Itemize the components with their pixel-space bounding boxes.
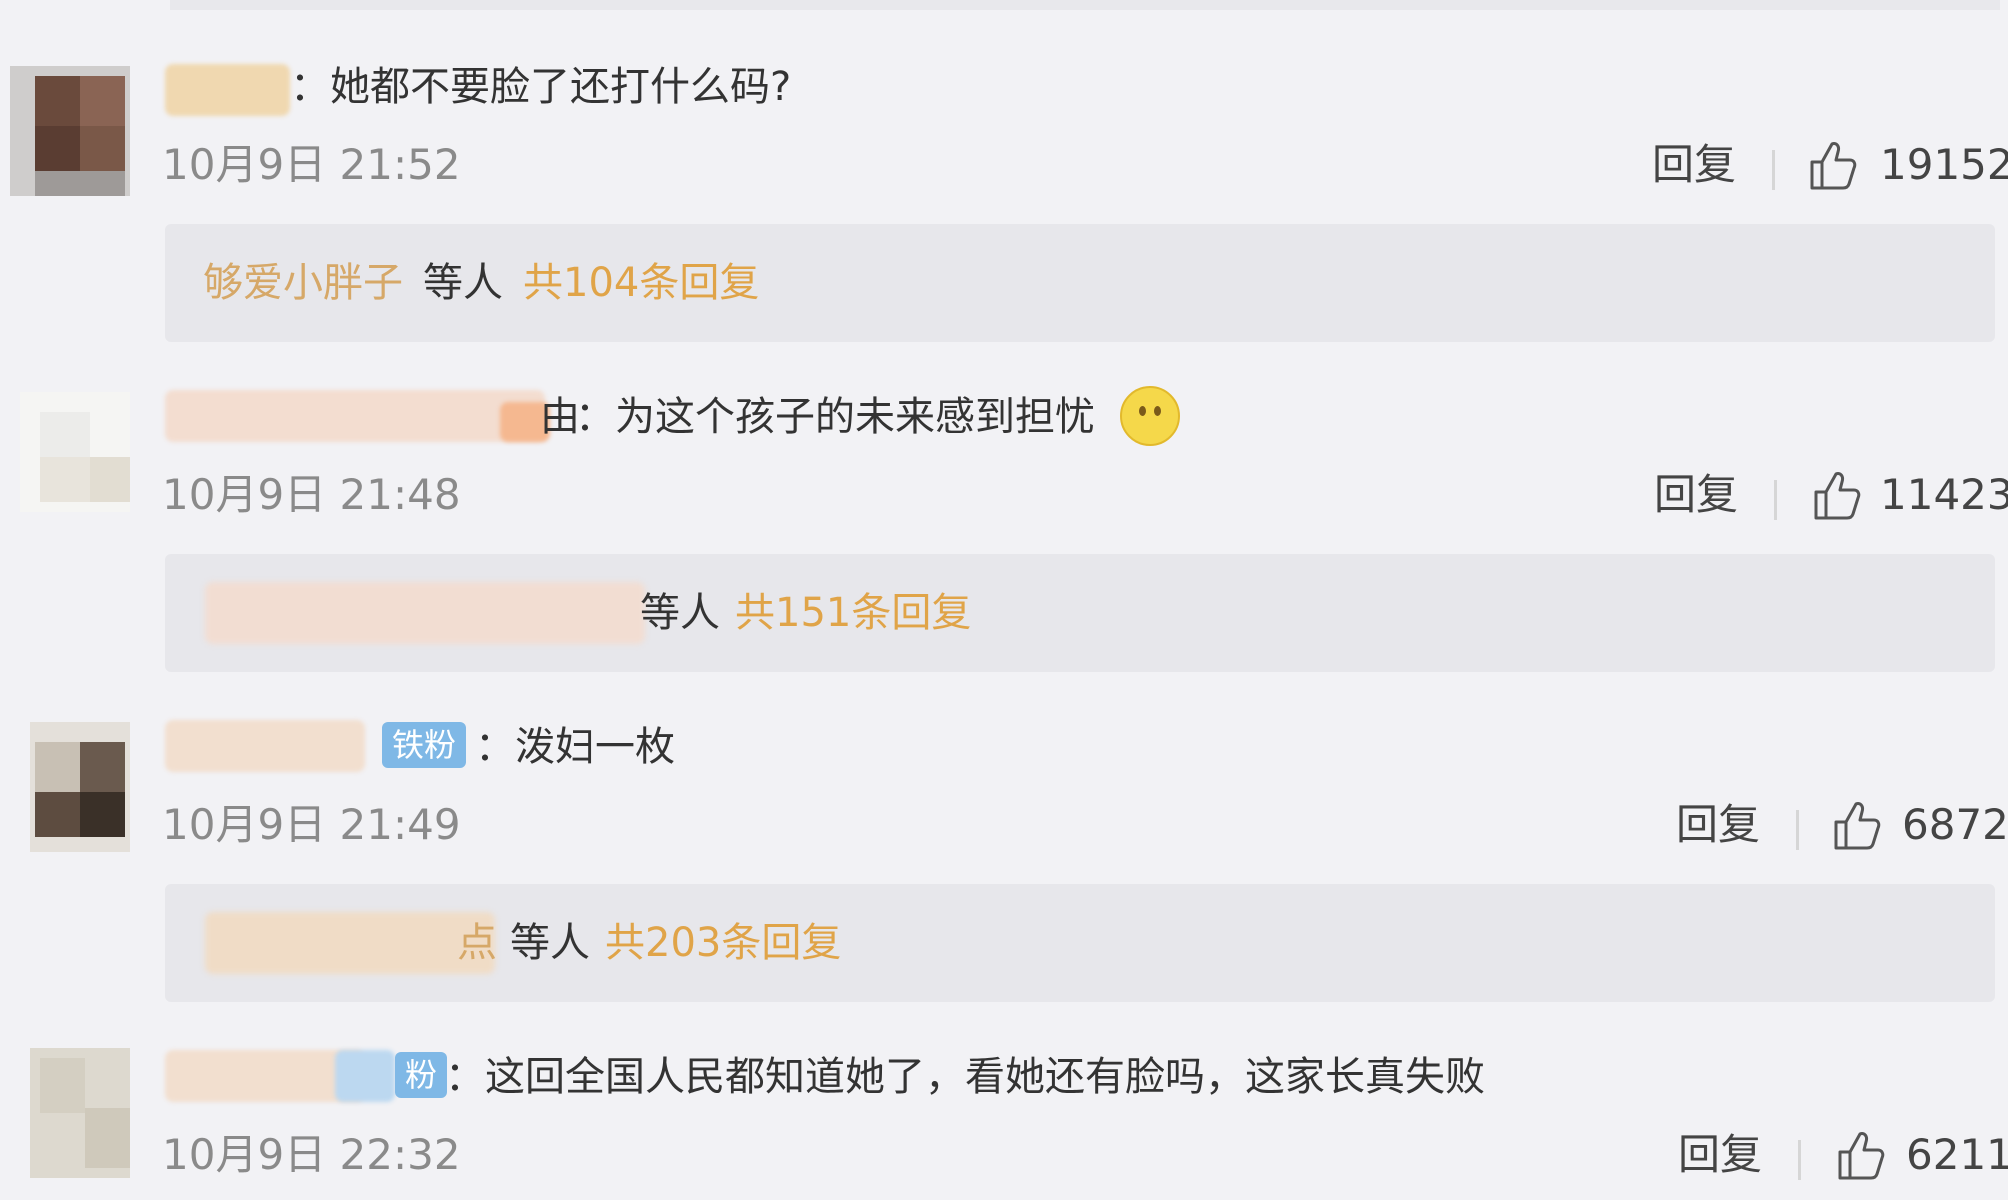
reply-button[interactable]: 回复 bbox=[1654, 466, 1738, 524]
comment-timestamp: 10月9日 21:48 bbox=[162, 470, 461, 519]
like-count: 6872 bbox=[1902, 800, 2008, 849]
fan-badge[interactable]: 铁粉 bbox=[382, 722, 467, 768]
reply-button[interactable]: 回复 bbox=[1652, 136, 1736, 194]
comment-timestamp: 10月9日 21:52 bbox=[162, 140, 461, 189]
fan-badge[interactable]: 粉 bbox=[395, 1052, 448, 1098]
like-count: 19152 bbox=[1880, 140, 2008, 189]
thumbs-up-icon[interactable] bbox=[1836, 1128, 1886, 1182]
avatar[interactable] bbox=[10, 392, 130, 522]
comment-text: ：泼妇一枚 bbox=[475, 724, 675, 770]
worried-face-emoji bbox=[1120, 386, 1180, 446]
previous-comment-divider bbox=[170, 0, 2000, 10]
reply-suffix: 等人 bbox=[510, 920, 590, 966]
divider bbox=[1772, 150, 1775, 190]
username-blurred[interactable] bbox=[165, 390, 545, 442]
comment-text: ：这回全国人民都知道她了，看她还有脸吗，这家长真失败 bbox=[445, 1054, 1485, 1100]
reply-total-link[interactable]: 共104条回复 bbox=[523, 254, 759, 312]
replies-summary[interactable]: 够爱小胖子 等人 共104条回复 bbox=[165, 224, 1995, 342]
reply-suffix: 等人 bbox=[640, 590, 720, 636]
username-blurred[interactable] bbox=[165, 720, 365, 772]
reply-button[interactable]: 回复 bbox=[1676, 796, 1760, 854]
thumbs-up-icon[interactable] bbox=[1812, 468, 1862, 522]
replies-summary[interactable]: 等人 共151条回复 bbox=[165, 554, 1995, 672]
avatar[interactable] bbox=[10, 722, 130, 852]
like-count: 11423 bbox=[1880, 470, 2008, 519]
comment-text: ：她都不要脸了还打什么码? bbox=[290, 64, 792, 110]
reply-button[interactable]: 回复 bbox=[1678, 1126, 1762, 1184]
reply-suffix: 等人 bbox=[423, 260, 503, 306]
reply-user-name-tail[interactable]: 点 bbox=[457, 914, 497, 972]
reply-users-blurred[interactable] bbox=[205, 582, 645, 644]
username-tail[interactable]: 由 bbox=[540, 388, 580, 446]
username-blurred[interactable] bbox=[335, 1050, 395, 1102]
reply-user-name[interactable]: 够爱小胖子 bbox=[203, 254, 403, 312]
comment-item: 粉 ：这回全国人民都知道她了，看她还有脸吗，这家长真失败 10月9日 22:32… bbox=[0, 1048, 2008, 1200]
reply-total-link[interactable]: 共151条回复 bbox=[735, 584, 971, 642]
comment-timestamp: 10月9日 22:32 bbox=[162, 1130, 461, 1179]
comment-item: 由 ：为这个孩子的未来感到担忧 10月9日 21:48 回复 11423 等人 … bbox=[0, 386, 2008, 718]
comment-item: ：她都不要脸了还打什么码? 10月9日 21:52 回复 19152 够爱小胖子… bbox=[0, 58, 2008, 388]
avatar[interactable] bbox=[10, 1048, 130, 1178]
comment-text: ：为这个孩子的未来感到担忧 bbox=[575, 394, 1095, 440]
thumbs-up-icon[interactable] bbox=[1832, 798, 1882, 852]
username-blurred[interactable] bbox=[165, 64, 290, 116]
divider bbox=[1796, 810, 1799, 850]
reply-users-blurred[interactable] bbox=[205, 912, 495, 974]
avatar[interactable] bbox=[10, 66, 130, 196]
replies-summary[interactable]: 点 等人 共203条回复 bbox=[165, 884, 1995, 1002]
reply-total-link[interactable]: 共203条回复 bbox=[605, 914, 841, 972]
divider bbox=[1798, 1140, 1801, 1180]
comment-item: 铁粉 ：泼妇一枚 10月9日 21:49 回复 6872 点 等人 共203条回… bbox=[0, 718, 2008, 1048]
comment-timestamp: 10月9日 21:49 bbox=[162, 800, 461, 849]
like-count: 6211 bbox=[1906, 1130, 2008, 1179]
thumbs-up-icon[interactable] bbox=[1808, 138, 1858, 192]
divider bbox=[1774, 480, 1777, 520]
